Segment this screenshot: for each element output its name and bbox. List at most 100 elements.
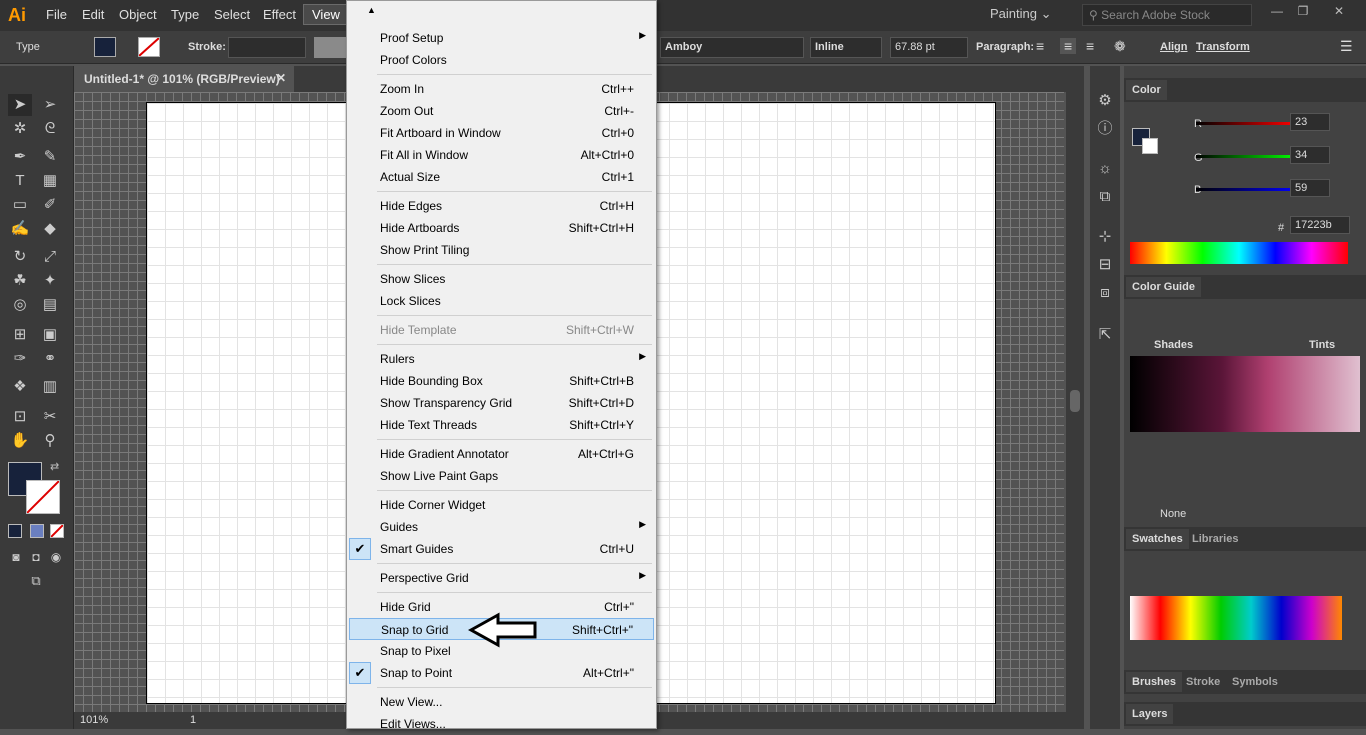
menu-item-hide-edges[interactable]: Hide Edges Ctrl+H: [349, 195, 654, 217]
menu-item-proof-colors[interactable]: Proof Colors: [349, 49, 654, 71]
shaper-tool-icon[interactable]: ✍: [8, 218, 32, 240]
menu-item-hide-gradient-annotator[interactable]: Hide Gradient Annotator Alt+Ctrl+G: [349, 443, 654, 465]
menu-item-actual-size[interactable]: Actual Size Ctrl+1: [349, 166, 654, 188]
direct-selection-tool-icon[interactable]: ➢: [38, 94, 62, 116]
fill-swatch[interactable]: [94, 37, 116, 57]
stroke-swatch[interactable]: [138, 37, 160, 57]
variable-width-dropdown[interactable]: [314, 37, 346, 58]
menu-item-show-transparency-grid[interactable]: Show Transparency Grid Shift+Ctrl+D: [349, 392, 654, 414]
magic-wand-icon[interactable]: ✲: [8, 118, 32, 140]
transform-link[interactable]: Transform: [1196, 41, 1250, 53]
r-value[interactable]: 23: [1290, 113, 1330, 131]
stroke-weight-field[interactable]: [228, 37, 306, 58]
menu-item-hide-artboards[interactable]: Hide Artboards Shift+Ctrl+H: [349, 217, 654, 239]
scroll-up-arrow-icon[interactable]: ▲: [367, 5, 376, 15]
r-slider[interactable]: [1196, 122, 1296, 125]
menu-item-guides[interactable]: Guides ▶: [349, 516, 654, 538]
g-slider[interactable]: [1196, 155, 1296, 158]
color-mode-icon[interactable]: [8, 524, 22, 538]
info-icon[interactable]: ⓘ: [1093, 118, 1117, 140]
eyedropper-icon[interactable]: ✑: [8, 348, 32, 370]
menu-file[interactable]: File: [46, 7, 67, 22]
menu-item-smart-guides[interactable]: ✔ Smart Guides Ctrl+U: [349, 538, 654, 560]
menu-edit[interactable]: Edit: [82, 7, 104, 22]
mesh-tool-icon[interactable]: ⊞: [8, 324, 32, 346]
menu-item-new-view[interactable]: New View...: [349, 691, 654, 713]
none-mode-icon[interactable]: [50, 524, 64, 538]
b-value[interactable]: 59: [1290, 179, 1330, 197]
align-left-icon[interactable]: ≡: [1036, 38, 1044, 54]
gradient-mode-icon[interactable]: [30, 524, 44, 538]
align-panel-icon[interactable]: ⊟: [1093, 254, 1117, 276]
swap-colors-icon[interactable]: ⇄: [50, 460, 59, 473]
properties-icon[interactable]: ⚙: [1093, 90, 1117, 112]
color-spectrum[interactable]: [1130, 242, 1348, 264]
font-style-field[interactable]: Inline: [810, 37, 882, 58]
warp-tool-icon[interactable]: ☘: [8, 270, 32, 292]
menu-item-snap-to-point[interactable]: ✔ Snap to Point Alt+Ctrl+": [349, 662, 654, 684]
zoom-level[interactable]: 101%: [80, 714, 108, 726]
draw-inside-icon[interactable]: ◉: [44, 546, 68, 568]
scroll-thumb[interactable]: [1070, 390, 1080, 412]
page-number[interactable]: 1: [190, 714, 196, 726]
libraries-tab[interactable]: Libraries: [1186, 529, 1244, 549]
menu-effect[interactable]: Effect: [263, 7, 296, 22]
menu-object[interactable]: Object: [119, 7, 157, 22]
menu-item-hide-template[interactable]: Hide Template Shift+Ctrl+W: [349, 319, 654, 341]
close-tab-icon[interactable]: ✕: [276, 71, 286, 85]
asset-export-icon[interactable]: ⇱: [1093, 324, 1117, 346]
swatches-tab[interactable]: Swatches: [1126, 529, 1189, 549]
zoom-tool-icon[interactable]: ⚲: [38, 430, 62, 452]
font-family-field[interactable]: Amboy: [660, 37, 804, 58]
color-guide-grid[interactable]: [1130, 356, 1360, 432]
scale-tool-icon[interactable]: ⤢: [38, 246, 62, 268]
hex-value[interactable]: 17223b: [1290, 216, 1350, 234]
g-value[interactable]: 34: [1290, 146, 1330, 164]
menu-item-zoom-in[interactable]: Zoom In Ctrl++: [349, 78, 654, 100]
selection-tool-icon[interactable]: ➤: [8, 94, 32, 116]
artboard-tool-icon[interactable]: ⊡: [8, 406, 32, 428]
pen-tool-icon[interactable]: ✒: [8, 146, 32, 168]
screen-mode-icon[interactable]: ⧉: [24, 570, 48, 592]
vertical-scrollbar[interactable]: [1066, 92, 1084, 712]
menu-item-perspective-grid[interactable]: Perspective Grid ▶: [349, 567, 654, 589]
menu-item-hide-text-threads[interactable]: Hide Text Threads Shift+Ctrl+Y: [349, 414, 654, 436]
align-center-icon[interactable]: ≡: [1060, 38, 1077, 54]
pathfinder-icon[interactable]: ⧈: [1093, 282, 1117, 304]
perspective-grid-icon[interactable]: ▤: [38, 294, 62, 316]
grid-tool-icon[interactable]: ▦: [38, 170, 62, 192]
align-link[interactable]: Align: [1160, 41, 1188, 53]
font-size-field[interactable]: 67.88 pt: [890, 37, 968, 58]
menu-item-fit-artboard-in-window[interactable]: Fit Artboard in Window Ctrl+0: [349, 122, 654, 144]
menu-item-fit-all-in-window[interactable]: Fit All in Window Alt+Ctrl+0: [349, 144, 654, 166]
document-tab[interactable]: Untitled-1* @ 101% (RGB/Preview) ✕: [74, 66, 294, 92]
color-guide-tab[interactable]: Color Guide: [1126, 277, 1201, 297]
rotate-tool-icon[interactable]: ↻: [8, 246, 32, 268]
menu-select[interactable]: Select: [214, 7, 250, 22]
menu-item-rulers[interactable]: Rulers ▶: [349, 348, 654, 370]
slice-tool-icon[interactable]: ✂: [38, 406, 62, 428]
minimize-icon[interactable]: —: [1268, 4, 1286, 20]
menu-item-hide-bounding-box[interactable]: Hide Bounding Box Shift+Ctrl+B: [349, 370, 654, 392]
stock-search-input[interactable]: ⚲ Search Adobe Stock: [1082, 4, 1252, 26]
panel-menu-icon[interactable]: ☰: [1340, 38, 1353, 55]
align-right-icon[interactable]: ≡: [1086, 38, 1094, 54]
workspace-switcher[interactable]: Painting ⌄: [990, 6, 1052, 22]
menu-item-proof-setup[interactable]: Proof Setup ▶: [349, 27, 654, 49]
blend-tool-icon[interactable]: ⚭: [38, 348, 62, 370]
shape-builder-icon[interactable]: ◎: [8, 294, 32, 316]
paintbrush-icon[interactable]: ✐: [38, 194, 62, 216]
lasso-icon[interactable]: ᘓ: [38, 118, 62, 140]
swatch-grid[interactable]: [1130, 596, 1342, 640]
menu-item-zoom-out[interactable]: Zoom Out Ctrl+-: [349, 100, 654, 122]
recolor-icon[interactable]: ❁: [1114, 38, 1126, 55]
menu-item-edit-views[interactable]: Edit Views...: [349, 713, 654, 735]
brushes-tab[interactable]: Brushes: [1126, 672, 1183, 692]
graph-tool-icon[interactable]: ▥: [38, 376, 62, 398]
rectangle-tool-icon[interactable]: ▭: [8, 194, 32, 216]
stroke-color-box[interactable]: [26, 480, 60, 514]
curvature-tool-icon[interactable]: ✎: [38, 146, 62, 168]
layers-tab[interactable]: Layers: [1126, 704, 1174, 724]
hand-tool-icon[interactable]: ✋: [8, 430, 32, 452]
eraser-icon[interactable]: ◆: [38, 218, 62, 240]
